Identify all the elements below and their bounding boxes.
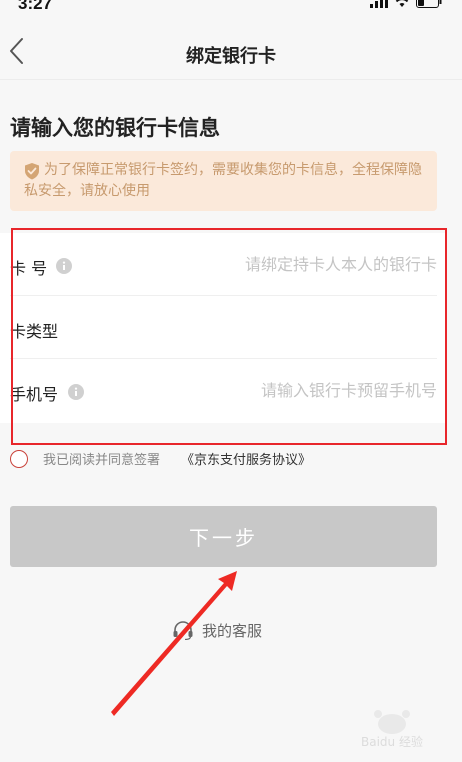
phone-input[interactable] (177, 381, 437, 400)
battery-icon (416, 0, 442, 8)
wifi-icon (395, 0, 409, 7)
agreement-link[interactable]: 《京东支付服务协议》 (181, 449, 311, 468)
agreement-radio[interactable] (10, 450, 28, 468)
headset-icon (173, 621, 193, 640)
baidu-watermark-logo: Baidu 经验 (361, 710, 423, 749)
next-step-button[interactable]: 下一步 (10, 506, 437, 567)
phone-label: 手机号 (10, 385, 59, 404)
nav-bar: 绑定银行卡 (0, 18, 462, 80)
card-number-row: 卡 号 (10, 233, 437, 296)
signal-icon (370, 0, 388, 8)
svg-text:Baidu 经验: Baidu 经验 (361, 734, 423, 749)
card-type-row[interactable]: 卡类型 (10, 296, 437, 359)
status-time: 3:27 (18, 0, 53, 13)
status-icons (370, 0, 442, 8)
customer-service-label: 我的客服 (202, 622, 263, 640)
agreement-text: 我已阅读并同意签署 (43, 453, 161, 468)
card-number-input[interactable] (177, 255, 437, 274)
info-icon[interactable] (56, 258, 72, 274)
form-heading: 请输入您的银行卡信息 (10, 116, 220, 140)
card-type-label: 卡类型 (10, 322, 59, 341)
card-number-label: 卡 号 (10, 259, 48, 278)
notice-text: 为了保障正常银行卡签约，需要收集您的卡信息，全程保障隐私安全，请放心使用 (24, 162, 422, 199)
security-notice: 为了保障正常银行卡签约，需要收集您的卡信息，全程保障隐私安全，请放心使用 (10, 151, 437, 211)
status-bar: 3:27 (0, 0, 462, 18)
page-title: 绑定银行卡 (186, 46, 276, 67)
bank-card-form: 卡 号 卡类型 手机号 (0, 233, 446, 423)
phone-row: 手机号 (10, 359, 437, 422)
info-icon[interactable] (68, 384, 84, 400)
